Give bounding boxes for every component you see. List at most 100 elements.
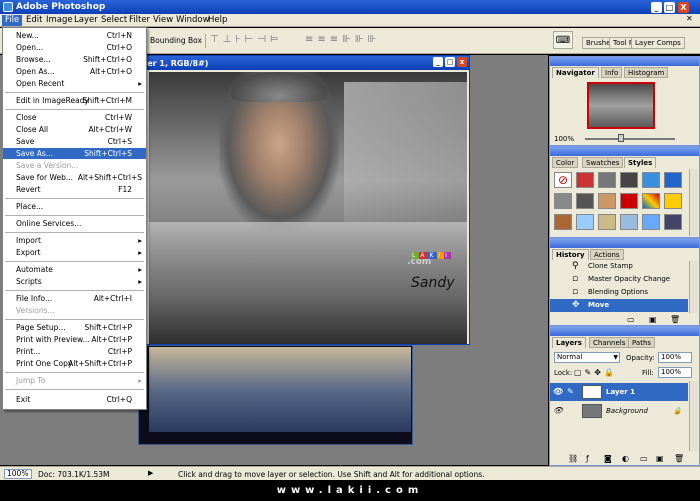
fill-input[interactable]: 100% [658, 367, 692, 378]
menu-file[interactable]: File [2, 15, 23, 26]
style-swatch[interactable] [620, 172, 638, 188]
tab-histogram[interactable]: Histogram [624, 67, 669, 78]
style-swatch[interactable] [620, 214, 638, 230]
history-item-current[interactable]: ✥ Move [550, 299, 688, 312]
document-title-bar[interactable]: yer 1, RGB/8#) _ □ x [139, 56, 469, 70]
style-swatch[interactable] [642, 214, 660, 230]
style-swatch[interactable] [642, 172, 660, 188]
tab-navigator[interactable]: Navigator [552, 67, 599, 78]
blend-mode-select[interactable]: Normal ▼ [554, 352, 620, 363]
menu-item-print[interactable]: Print... Ctrl+P [3, 346, 146, 357]
style-swatch[interactable] [642, 193, 660, 209]
layer-row-layer-1[interactable]: 👁 ✎ Layer 1 [550, 383, 688, 401]
lock-options-icons[interactable]: ▢✎✥🔒 [574, 368, 617, 377]
status-doc-size[interactable]: Doc: 703.1K/1.53M [38, 470, 109, 479]
style-swatch[interactable] [598, 193, 616, 209]
style-swatch[interactable] [576, 172, 594, 188]
eye-icon[interactable]: 👁 [553, 383, 563, 401]
tab-paths[interactable]: Paths [628, 337, 656, 348]
menu-item-online-services[interactable]: Online Services... [3, 218, 146, 229]
layers-scrollbar[interactable] [689, 381, 698, 451]
history-item[interactable]: ▫ Master Opacity Change [550, 273, 688, 286]
menu-item-page-setup[interactable]: Page Setup... Shift+Ctrl+P [3, 322, 146, 333]
menu-item-save-for-web[interactable]: Save for Web... Alt+Shift+Ctrl+S [3, 172, 146, 183]
menu-item-file-info[interactable]: File Info... Alt+Ctrl+I [3, 293, 146, 304]
panel-title-bar[interactable] [550, 327, 699, 336]
history-item[interactable]: ▫ Blending Options [550, 286, 688, 299]
opacity-input[interactable]: 100% [658, 352, 692, 363]
close-button[interactable]: X [678, 2, 689, 13]
palette-well-icon[interactable]: ⌨ [553, 31, 573, 49]
tab-color[interactable]: Color [552, 157, 579, 168]
doc-minimize-button[interactable]: _ [433, 57, 443, 67]
tab-layer-comps[interactable]: Layer Comps [631, 37, 685, 49]
image-canvas[interactable]: .com LAKII Sandy [149, 72, 467, 344]
delete-icon[interactable]: 🗑 [670, 315, 680, 325]
menu-item-open-as[interactable]: Open As... Alt+Ctrl+O [3, 66, 146, 77]
menu-help[interactable]: Help [205, 15, 230, 26]
style-swatch[interactable] [576, 193, 594, 209]
menu-item-close-all[interactable]: Close All Alt+Ctrl+W [3, 124, 146, 135]
menu-item-edit-in-imageready[interactable]: Edit in ImageReady Shift+Ctrl+M [3, 95, 146, 106]
panel-title-bar[interactable] [550, 147, 699, 156]
menu-item-open[interactable]: Open... Ctrl+O [3, 42, 146, 53]
delete-layer-icon[interactable]: 🗑 [674, 454, 684, 464]
tab-actions[interactable]: Actions [590, 249, 624, 260]
history-item[interactable]: ⚲ Clone Stamp [550, 260, 688, 273]
menu-layer[interactable]: Layer [71, 15, 101, 26]
layer-row-background[interactable]: 👁 Background 🔒 [550, 402, 688, 420]
tab-info[interactable]: Info [601, 67, 623, 78]
menu-item-revert[interactable]: Revert F12 [3, 184, 146, 195]
style-swatch[interactable] [576, 214, 594, 230]
style-swatch[interactable] [554, 214, 572, 230]
tab-layers[interactable]: Layers [552, 337, 586, 348]
history-scrollbar[interactable] [689, 261, 698, 313]
tab-history[interactable]: History [552, 249, 589, 260]
document-window[interactable]: yer 1, RGB/8#) _ □ x .com LAKII Sandy [138, 55, 470, 345]
menu-item-automate[interactable]: Automate ▸ [3, 264, 146, 275]
menu-item-open-recent[interactable]: Open Recent ▸ [3, 78, 146, 89]
eye-icon[interactable]: 👁 [553, 402, 563, 420]
menu-item-exit[interactable]: Exit Ctrl+Q [3, 394, 146, 405]
navigator-thumbnail[interactable] [587, 82, 655, 129]
layer-style-icon[interactable]: ƒ [586, 454, 589, 464]
zoom-slider-thumb[interactable] [618, 134, 624, 142]
zoom-slider[interactable] [585, 138, 675, 140]
navigator-zoom[interactable]: 100% [554, 135, 574, 143]
style-swatch[interactable] [664, 172, 682, 188]
doc-close-icon[interactable]: ✕ [686, 14, 693, 23]
style-swatch[interactable] [598, 172, 616, 188]
status-arrow-icon[interactable]: ▶ [148, 469, 153, 477]
align-icons[interactable]: ⊤⊥⊦⊢⊣⊨ [210, 34, 283, 45]
menu-item-scripts[interactable]: Scripts ▸ [3, 276, 146, 287]
new-group-icon[interactable]: ▭ [640, 454, 648, 464]
minimize-button[interactable]: _ [651, 2, 662, 13]
menu-item-close[interactable]: Close Ctrl+W [3, 112, 146, 123]
second-document-window[interactable] [138, 345, 413, 445]
status-zoom-input[interactable]: 100% [4, 469, 32, 479]
menu-item-import[interactable]: Import ▸ [3, 235, 146, 246]
new-snapshot-icon[interactable]: ▣ [649, 315, 657, 325]
style-none-icon[interactable]: ⊘ [554, 172, 572, 188]
tab-swatches[interactable]: Swatches [582, 157, 624, 168]
menu-filter[interactable]: Filter [126, 15, 153, 26]
menu-item-export[interactable]: Export ▸ [3, 247, 146, 258]
menu-item-print-with-preview[interactable]: Print with Preview... Alt+Ctrl+P [3, 334, 146, 345]
menu-item-print-one-copy[interactable]: Print One Copy Alt+Shift+Ctrl+P [3, 358, 146, 369]
new-layer-icon[interactable]: ▣ [656, 454, 664, 464]
layer-mask-icon[interactable]: ◙ [604, 454, 612, 464]
doc-close-button[interactable]: x [457, 57, 467, 67]
style-swatch[interactable] [664, 214, 682, 230]
menu-item-new[interactable]: New... Ctrl+N [3, 30, 146, 41]
style-swatch[interactable] [620, 193, 638, 209]
doc-maximize-button[interactable]: □ [445, 57, 455, 67]
styles-scrollbar[interactable] [689, 169, 698, 236]
style-swatch[interactable] [554, 193, 572, 209]
maximize-button[interactable]: □ [664, 2, 675, 13]
menu-item-save-as[interactable]: Save As... Shift+Ctrl+S [3, 148, 146, 159]
style-swatch[interactable] [664, 193, 682, 209]
panel-title-bar[interactable] [550, 57, 699, 66]
new-document-icon[interactable]: ▭ [627, 315, 635, 325]
tab-channels[interactable]: Channels [589, 337, 630, 348]
link-layers-icon[interactable]: ⛓ [568, 454, 578, 464]
